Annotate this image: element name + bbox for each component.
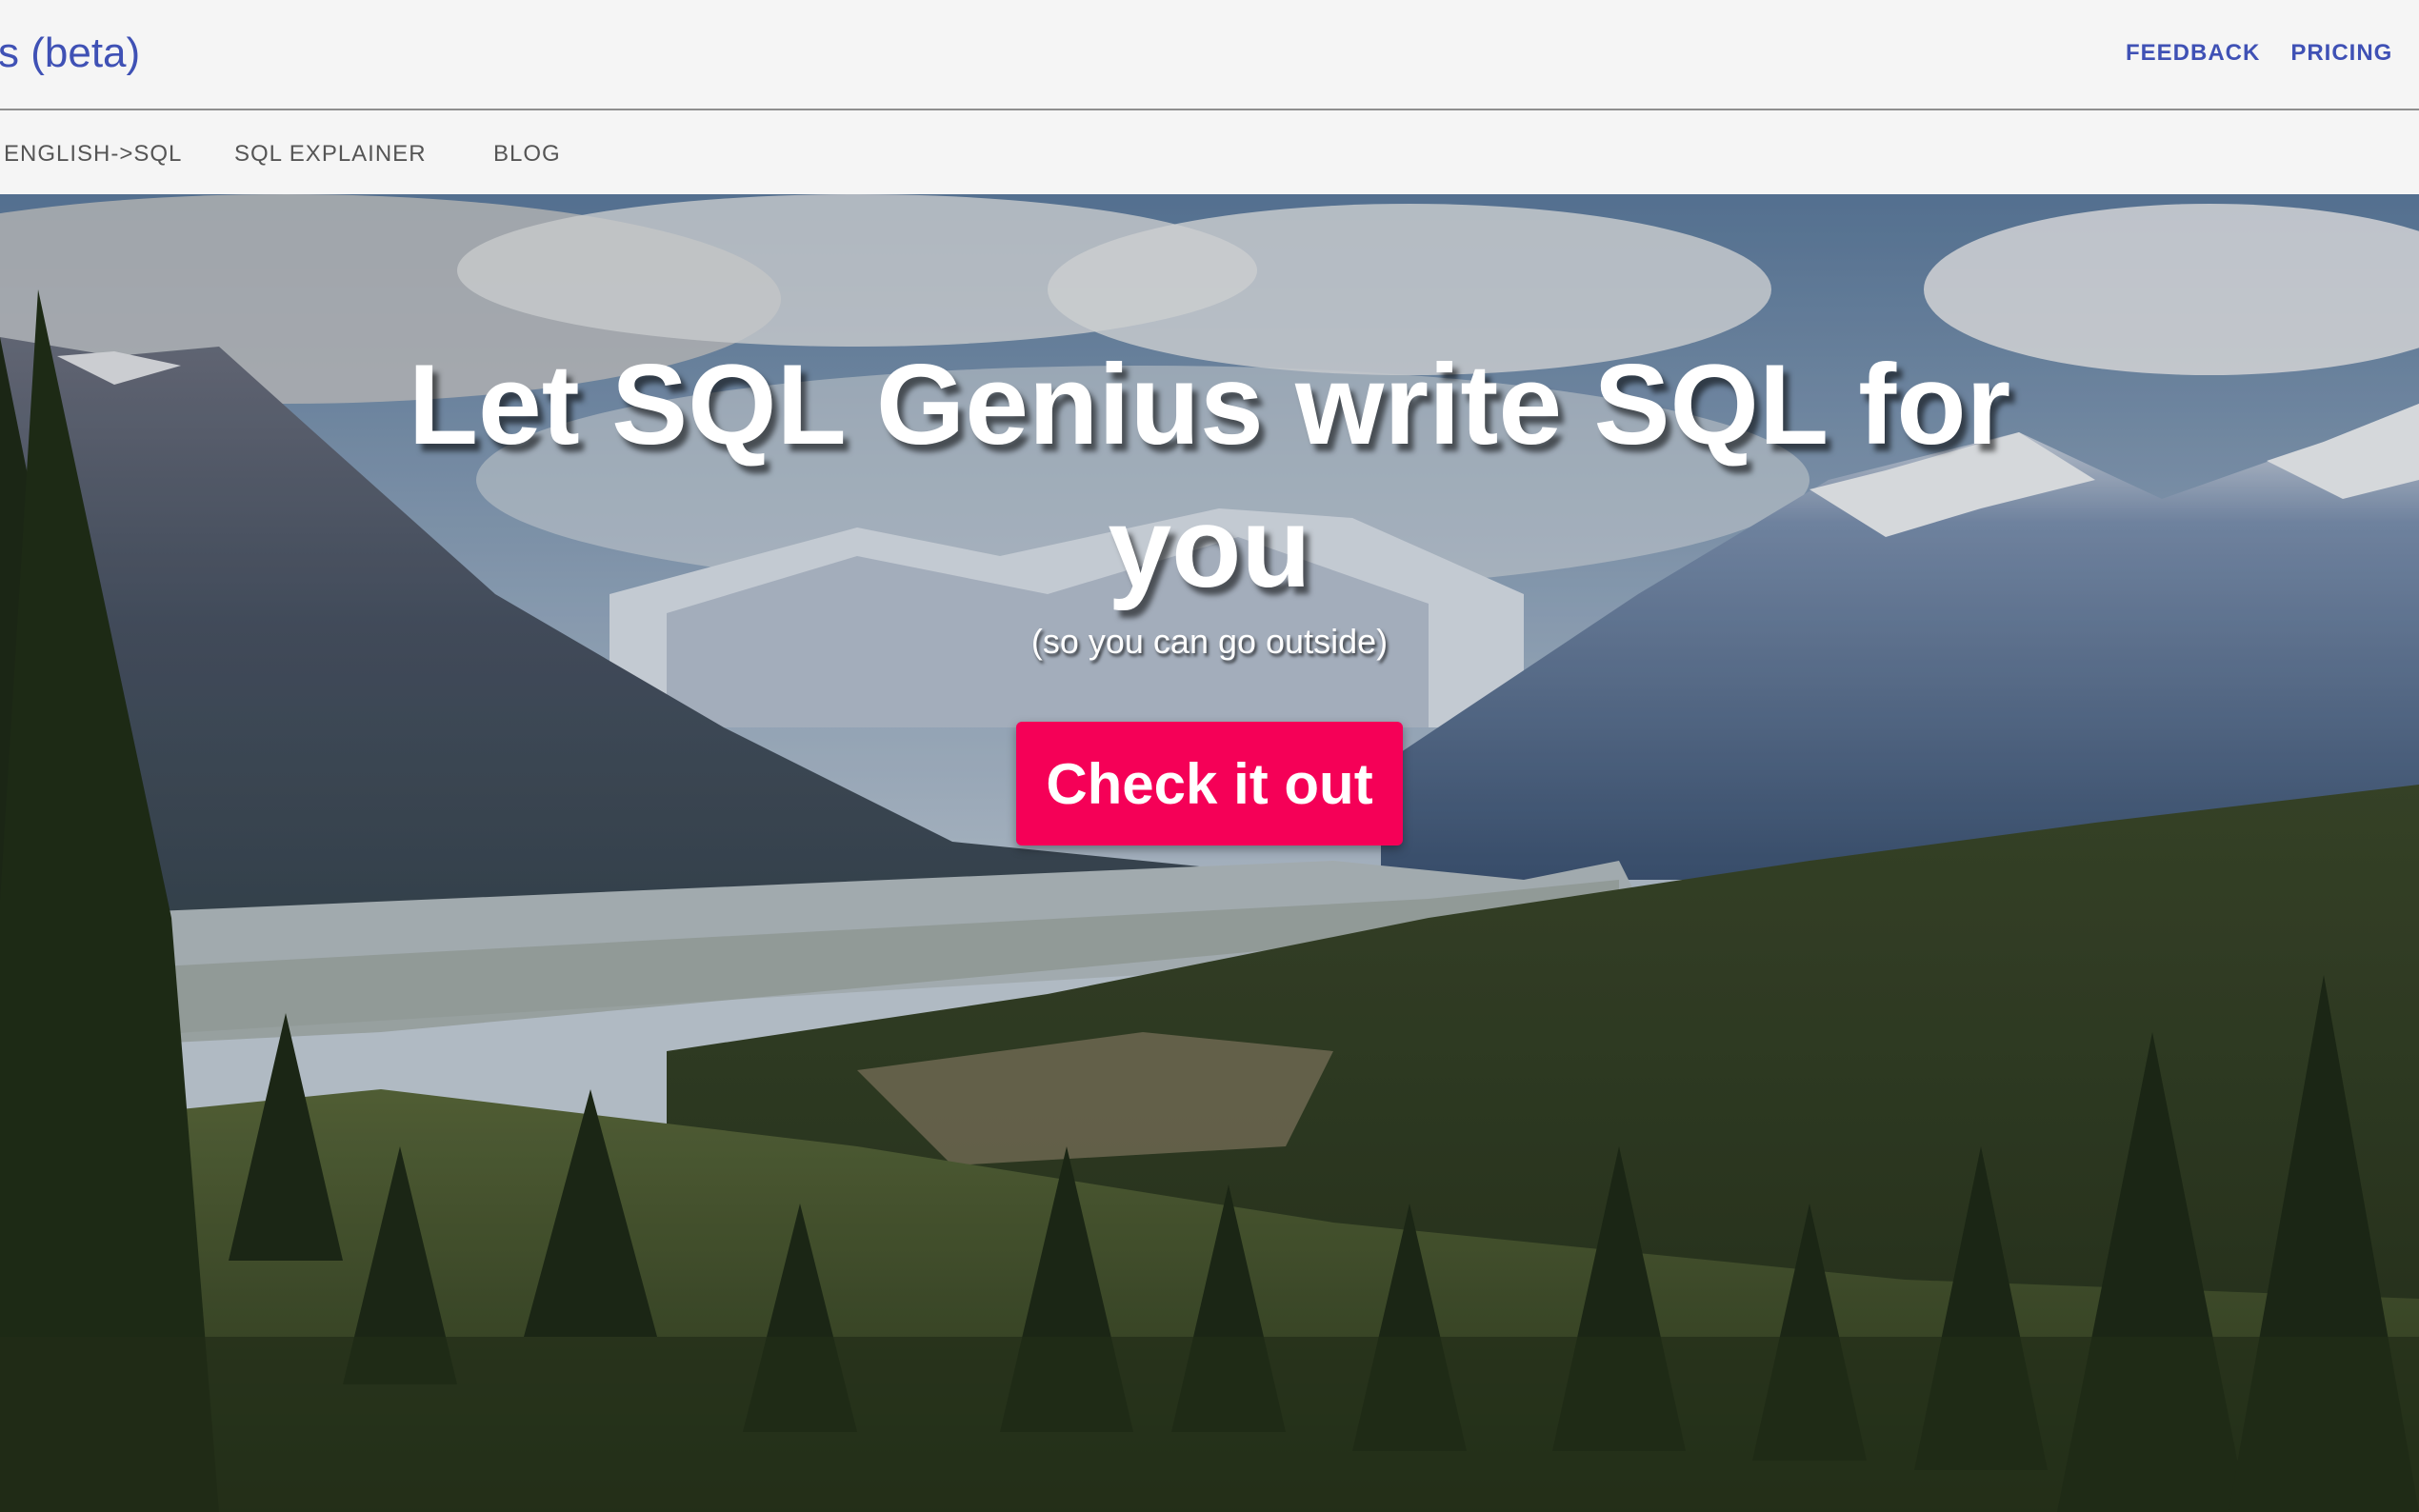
tab-english-to-sql[interactable]: ENGLISH->SQL [4,135,182,173]
top-app-bar: s (beta) FEEDBACK PRICING S [0,0,2419,110]
tab-blog[interactable]: BLOG [493,135,561,173]
hero-title-line-1: Let SQL Genius write SQL for [408,341,2011,468]
top-nav: FEEDBACK PRICING S [2126,34,2419,72]
tab-sql-explainer[interactable]: SQL EXPLAINER [234,135,427,173]
hero-title-line-2: you [1108,484,1311,611]
hero-section: Let SQL Genius write SQL for you (so you… [0,194,2419,1512]
check-it-out-button[interactable]: Check it out [1016,722,1403,846]
hero-title: Let SQL Genius write SQL for you [257,333,2162,619]
app-brand-title[interactable]: s (beta) [0,25,140,82]
pricing-link[interactable]: PRICING [2290,34,2392,72]
tab-bar: ENGLISH->SQL SQL EXPLAINER BLOG [0,112,2419,194]
feedback-link[interactable]: FEEDBACK [2126,34,2260,72]
hero-subtitle: (so you can go outside) [1030,622,1389,661]
